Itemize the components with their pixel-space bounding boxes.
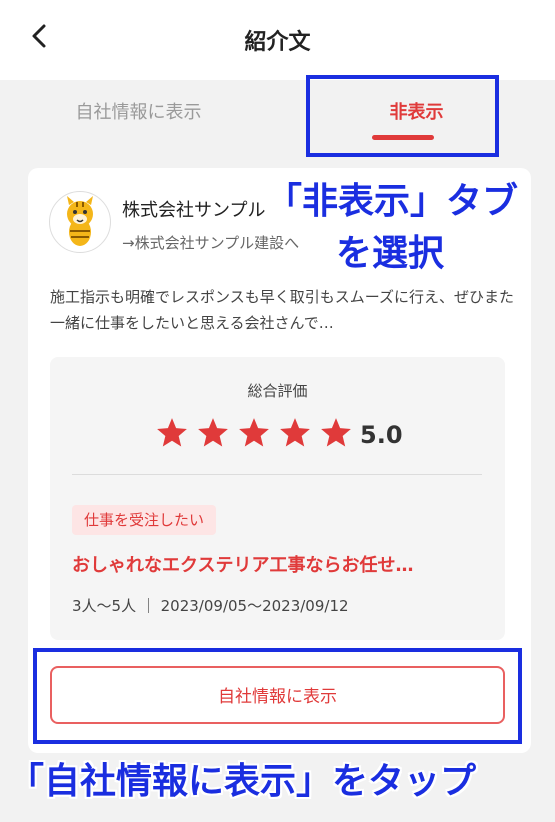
tab-label: 自社情報に表示 — [75, 102, 202, 123]
company-avatar — [49, 191, 111, 253]
highlight-box-tab — [306, 75, 499, 157]
rating-label: 総合評価 — [247, 382, 308, 400]
annotation-tab-line2: を選択 — [336, 233, 445, 274]
app-header: 紹介文 — [0, 0, 555, 80]
job-meta: 3人〜5人 ｜ 2023/09/05〜2023/09/12 — [72, 597, 349, 615]
highlight-box-button — [33, 648, 522, 744]
star-icon — [239, 418, 269, 447]
annotation-button: 「自社情報に表示」をタップ — [8, 761, 477, 802]
company-name: 株式会社サンプル — [122, 200, 266, 221]
star-icon — [321, 418, 351, 447]
tiger-mascot-icon — [67, 196, 93, 246]
job-title-link[interactable]: おしゃれなエクステリア工事ならお任せ… — [72, 551, 413, 577]
divider — [72, 474, 482, 475]
page-title: 紹介文 — [244, 30, 311, 55]
star-icon — [280, 418, 310, 447]
company-link[interactable]: →株式会社サンプル建設へ — [122, 232, 299, 253]
star-icon — [157, 418, 187, 447]
rating-score: 5.0 — [360, 421, 403, 449]
review-description: 施工指示も明確でレスポンスも早く取引もスムーズに行え、ぜひまた一緒に仕事をしたい… — [50, 288, 514, 332]
tab-show-on-company[interactable]: 自社情報に表示 — [0, 80, 277, 142]
star-icon — [198, 418, 228, 447]
status-tag: 仕事を受注したい — [72, 505, 217, 535]
annotation-tab-line1: 「非表示」タブ — [266, 181, 519, 222]
